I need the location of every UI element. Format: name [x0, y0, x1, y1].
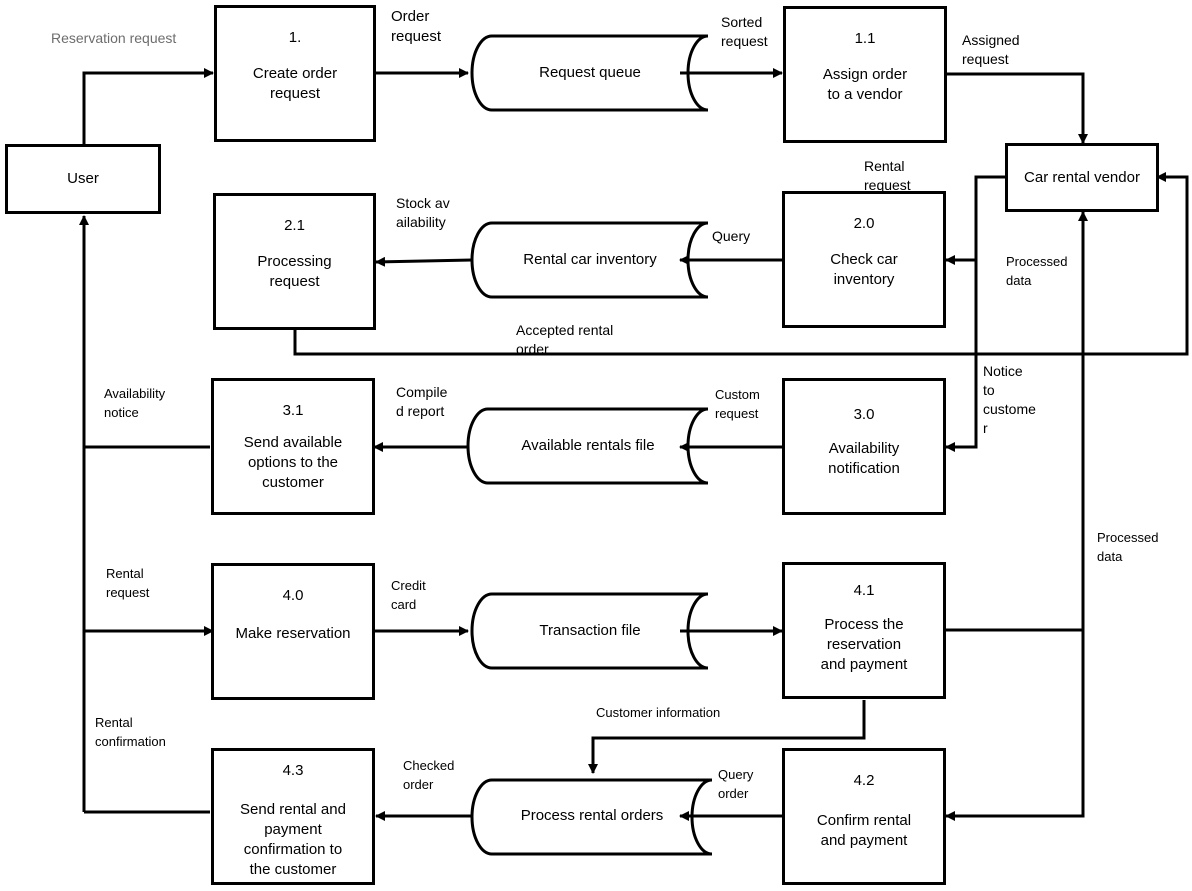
flow-processed-data-down	[945, 630, 1085, 821]
process-3-1[interactable]: 3.1 Send available options to the custom…	[211, 378, 375, 515]
label-custom-request: Custom request	[715, 387, 760, 421]
entity-user[interactable]: User	[5, 144, 161, 214]
process-4-0[interactable]: 4.0 Make reservation	[211, 563, 375, 700]
label-rental-request-vendor: Rental request	[864, 158, 911, 193]
label-rental-confirmation: Rental confirmation	[95, 715, 166, 749]
process-2-1[interactable]: 2.1 Processing request	[213, 193, 376, 330]
process-name: Process the reservation and payment	[820, 616, 908, 673]
flow-rental-request	[945, 175, 1006, 265]
process-number: 4.3	[282, 762, 304, 779]
process-name: Confirm rental and payment	[816, 812, 912, 849]
label-credit-card: Credit card	[391, 578, 426, 612]
process-number: 4.0	[282, 587, 304, 604]
process-name: Make reservation	[235, 625, 351, 642]
flow-assigned-request	[946, 72, 1088, 144]
process-1[interactable]: 1. Create order request	[214, 5, 376, 142]
label-order-request: Order request	[391, 8, 442, 45]
store-rental-car-inventory[interactable]: Rental car inventory	[480, 250, 700, 270]
label-notice-to-customer: Notice to custome r	[983, 363, 1036, 436]
process-name: Assign order to a vendor	[822, 66, 908, 103]
process-number: 3.0	[853, 406, 875, 423]
label-assigned-request: Assigned request	[962, 32, 1020, 67]
process-name: Send rental and payment confirmation to …	[240, 801, 346, 878]
process-4-2[interactable]: 4.2 Confirm rental and payment	[782, 748, 946, 885]
process-name: Availability notification	[828, 440, 900, 477]
flow-reservation-request	[82, 68, 214, 145]
label-customer-information: Customer information	[596, 705, 721, 720]
process-number: 1.1	[854, 30, 876, 47]
label-processed-data-2: Processed data	[1097, 530, 1159, 564]
process-name: Processing request	[257, 253, 332, 290]
label-stock-availability: Stock av ailability	[396, 195, 450, 230]
label-compiled-report: Compile d report	[396, 384, 448, 419]
process-name: Create order request	[252, 65, 338, 102]
process-1-1[interactable]: 1.1 Assign order to a vendor	[783, 6, 947, 143]
store-request-queue[interactable]: Request queue	[480, 63, 700, 83]
store-available-rentals-file[interactable]: Available rentals file	[478, 436, 698, 456]
process-number: 3.1	[282, 402, 304, 419]
process-2-0[interactable]: 2.0 Check car inventory	[782, 191, 946, 328]
label-sorted-request: Sorted request	[721, 14, 768, 49]
process-number: 2.1	[284, 217, 305, 234]
process-number: 1.	[288, 29, 302, 46]
label-rental-request-user: Rental request	[106, 566, 150, 600]
entity-vendor-label: Car rental vendor	[1024, 168, 1140, 186]
store-transaction-file[interactable]: Transaction file	[480, 621, 700, 641]
label-reservation-request: Reservation request	[51, 30, 177, 46]
process-name: Send available options to the customer	[243, 434, 343, 491]
process-4-1[interactable]: 4.1 Process the reservation and payment	[782, 562, 946, 699]
process-number: 4.1	[853, 582, 875, 599]
label-accepted-rental-order: Accepted rental order	[516, 322, 614, 357]
flow-stock-availability	[375, 256, 473, 267]
process-number: 4.2	[853, 772, 875, 789]
label-checked-order: Checked order	[403, 758, 455, 792]
label-query: Query	[712, 228, 751, 244]
process-number: 2.0	[853, 215, 875, 232]
entity-car-rental-vendor[interactable]: Car rental vendor	[1005, 143, 1159, 212]
label-processed-data-1: Processed data	[1006, 254, 1068, 288]
store-process-rental-orders[interactable]: Process rental orders	[482, 806, 702, 826]
process-3-0[interactable]: 3.0 Availability notification	[782, 378, 946, 515]
process-name: Check car inventory	[830, 251, 898, 288]
label-availability-notice: Availability notice	[104, 386, 166, 420]
process-4-3[interactable]: 4.3 Send rental and payment confirmation…	[211, 748, 375, 885]
label-query-order: Query order	[718, 767, 754, 801]
entity-user-label: User	[67, 170, 99, 187]
